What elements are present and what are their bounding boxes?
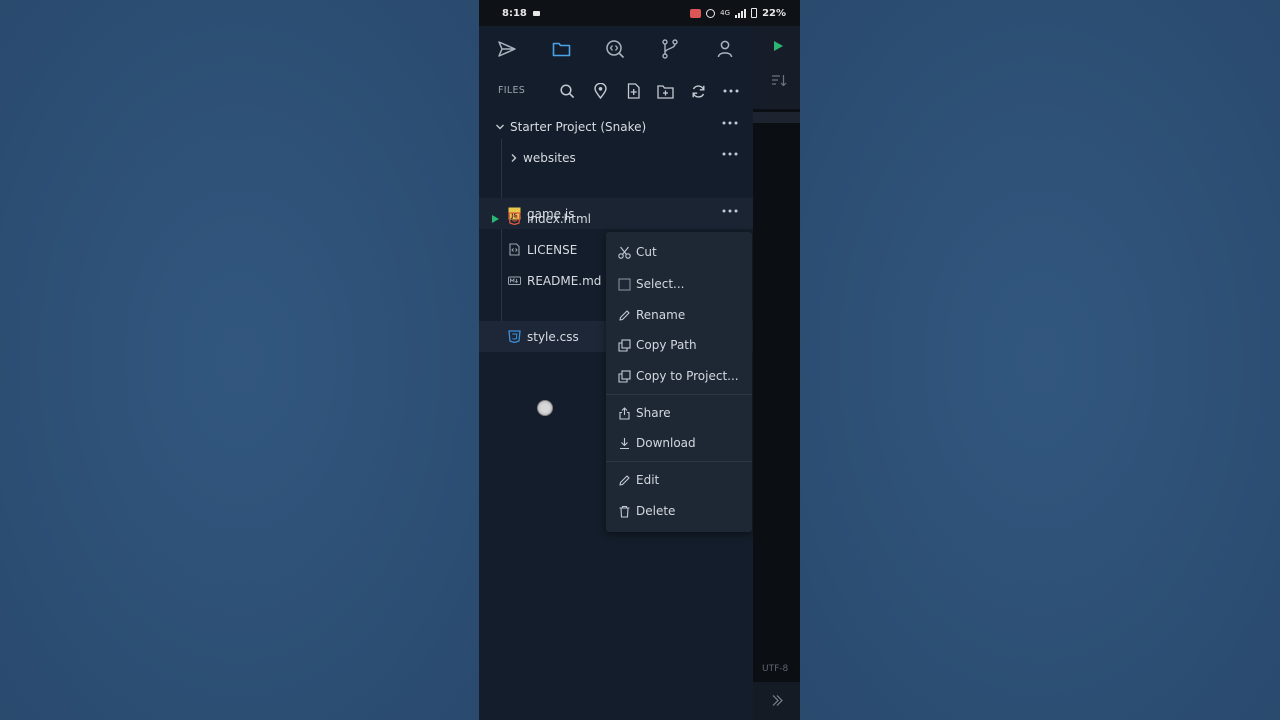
menu-label: Rename — [636, 308, 686, 322]
hotspot-icon — [706, 8, 716, 18]
trash-icon — [617, 504, 631, 518]
pencil-icon — [617, 473, 631, 487]
menu-divider — [606, 394, 752, 395]
menu-divider — [606, 461, 752, 462]
search-icon[interactable] — [557, 81, 577, 101]
new-folder-icon[interactable] — [655, 81, 675, 101]
run-play-icon[interactable] — [773, 40, 784, 52]
tree-row-project[interactable]: Starter Project (Snake) — [479, 112, 753, 142]
refresh-icon[interactable] — [688, 81, 708, 101]
menu-item-cut[interactable]: Cut — [606, 238, 752, 266]
screen-record-icon — [532, 10, 540, 16]
encoding-label[interactable]: UTF-8 — [762, 664, 788, 674]
menu-item-copy-to-project[interactable]: Copy to Project... — [606, 362, 752, 390]
phone-screen: 8:18 4G 22% FILES Starter Project (Snake… — [479, 0, 800, 720]
websites-more-icon[interactable] — [722, 152, 738, 156]
menu-label: Download — [636, 436, 696, 450]
menu-label: Copy Path — [636, 338, 697, 352]
markdown-file-icon — [508, 276, 521, 285]
battery-percent: 22% — [762, 7, 786, 19]
files-toolbar: FILES — [479, 78, 753, 104]
status-time: 8:18 — [502, 7, 527, 19]
run-indicator-icon — [492, 215, 499, 223]
signal-icon — [735, 8, 747, 18]
status-icons: 4G 22% — [690, 8, 786, 19]
more-options-icon[interactable] — [721, 81, 741, 101]
scissors-icon — [617, 245, 631, 259]
editor-pane: UTF-8 — [753, 26, 800, 720]
tree-item-label: websites — [523, 151, 576, 165]
search-code-icon[interactable] — [604, 38, 626, 60]
folder-icon[interactable] — [550, 38, 572, 60]
tree-item-label: README.md — [527, 274, 602, 288]
touch-indicator — [537, 400, 553, 416]
git-branch-icon[interactable] — [659, 38, 681, 60]
new-file-icon[interactable] — [623, 81, 643, 101]
menu-item-share[interactable]: Share — [606, 399, 752, 427]
project-name: Starter Project (Snake) — [510, 120, 647, 134]
menu-item-select[interactable]: Select... — [606, 270, 752, 298]
menu-item-rename[interactable]: Rename — [606, 301, 752, 329]
activity-bar — [479, 34, 753, 64]
editor-tab-strip — [753, 112, 800, 123]
project-more-icon[interactable] — [722, 121, 738, 125]
menu-item-download[interactable]: Download — [606, 429, 752, 457]
menu-item-delete[interactable]: Delete — [606, 497, 752, 525]
menu-label: Cut — [636, 245, 657, 259]
pencil-icon — [617, 308, 631, 322]
editor-bottom-bar — [753, 682, 800, 720]
copy-icon — [617, 338, 631, 352]
chevron-right-icon — [511, 154, 517, 162]
select-box-icon — [617, 277, 631, 291]
html-file-icon — [508, 212, 521, 225]
license-file-icon — [509, 243, 520, 256]
menu-item-edit[interactable]: Edit — [606, 466, 752, 494]
menu-label: Select... — [636, 277, 685, 291]
tree-row-index-html[interactable]: index.html — [479, 204, 753, 234]
menu-label: Share — [636, 406, 671, 420]
send-icon[interactable] — [496, 38, 518, 60]
sort-icon[interactable] — [771, 74, 787, 87]
share-icon — [617, 406, 631, 420]
battery-icon — [751, 8, 758, 18]
menu-label: Delete — [636, 504, 676, 518]
css-file-icon — [508, 330, 521, 343]
file-sidebar: FILES Starter Project (Snake) websites J… — [479, 26, 753, 720]
tree-row-websites[interactable]: websites — [479, 143, 753, 173]
tree-item-label: style.css — [527, 330, 579, 344]
files-label: FILES — [498, 85, 526, 96]
background-left — [0, 0, 479, 720]
network-type: 4G — [720, 9, 731, 17]
tree-item-label: index.html — [527, 212, 591, 226]
menu-label: Copy to Project... — [636, 369, 739, 383]
menu-label: Edit — [636, 473, 660, 487]
tree-item-label: LICENSE — [527, 243, 578, 257]
copy-icon — [617, 369, 631, 383]
editor-toolbar — [753, 26, 800, 109]
status-bar: 8:18 4G 22% — [479, 0, 800, 26]
account-icon[interactable] — [714, 38, 736, 60]
location-pin-icon[interactable] — [590, 81, 610, 101]
double-chevron-right-icon[interactable] — [771, 694, 784, 707]
cast-icon — [690, 8, 702, 18]
background-right — [800, 0, 1280, 720]
context-menu: Cut Select... Rename Copy Path Copy to P… — [606, 232, 752, 532]
chevron-down-icon — [496, 124, 504, 130]
menu-item-copy-path[interactable]: Copy Path — [606, 331, 752, 359]
download-icon — [617, 436, 631, 450]
